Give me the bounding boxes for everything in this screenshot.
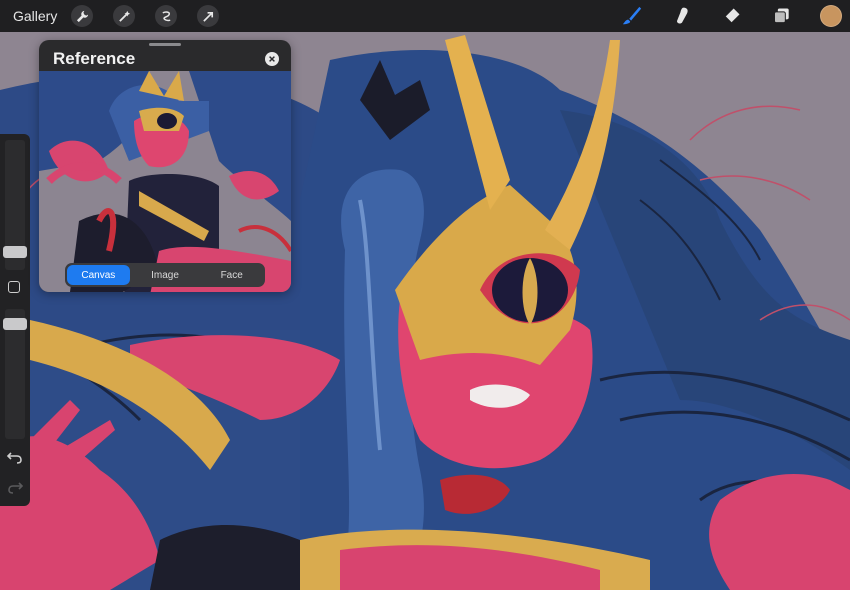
tab-image[interactable]: Image (134, 265, 197, 285)
close-icon[interactable] (265, 52, 279, 66)
brush-size-thumb[interactable] (3, 246, 27, 258)
undo-icon[interactable] (6, 449, 24, 467)
layers-icon[interactable] (770, 4, 794, 28)
tab-canvas[interactable]: Canvas (67, 265, 130, 285)
modify-button[interactable] (8, 281, 20, 293)
drag-handle[interactable] (149, 43, 181, 46)
opacity-thumb[interactable] (3, 318, 27, 330)
reference-title: Reference (53, 49, 136, 68)
wrench-icon[interactable] (71, 5, 94, 27)
selection-icon[interactable] (155, 5, 178, 27)
magic-wand-icon[interactable] (113, 5, 136, 27)
tab-face[interactable]: Face (200, 265, 263, 285)
color-swatch[interactable] (820, 5, 842, 27)
top-toolbar: Gallery (0, 0, 850, 32)
gallery-button[interactable]: Gallery (13, 8, 57, 24)
reference-preview (39, 71, 291, 292)
right-toolbar (620, 0, 850, 32)
reference-tabs: Canvas Image Face (65, 263, 265, 287)
smudge-icon[interactable] (670, 4, 694, 28)
reference-panel[interactable]: Reference Canvas Image Face (39, 40, 291, 292)
redo-icon[interactable] (6, 479, 24, 497)
eraser-icon[interactable] (720, 4, 744, 28)
left-sidebar (0, 134, 30, 506)
transform-arrow-icon[interactable] (197, 5, 220, 27)
brush-icon[interactable] (620, 4, 644, 28)
